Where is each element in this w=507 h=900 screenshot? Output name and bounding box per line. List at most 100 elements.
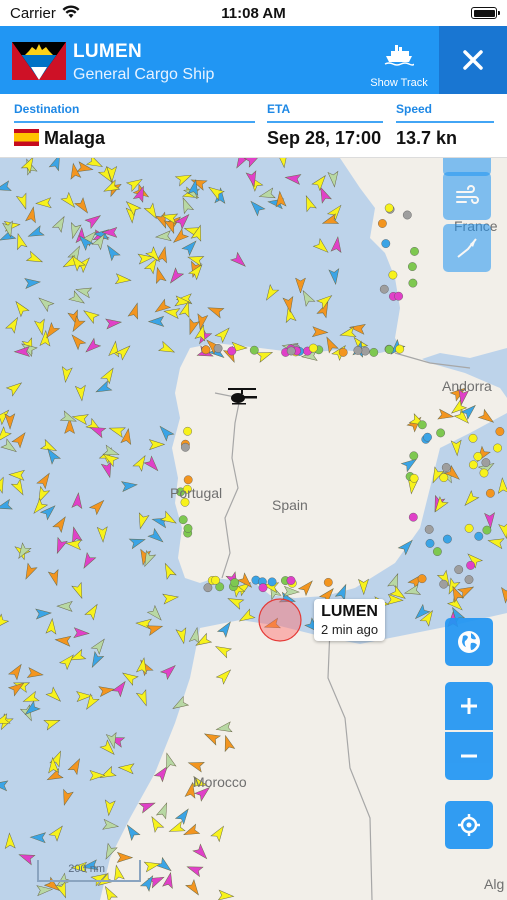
port-dot (441, 463, 451, 472)
port-dot (464, 575, 474, 584)
destination-value: Malaga (14, 128, 105, 149)
ship-track-icon (384, 45, 414, 66)
port-dot (353, 345, 363, 355)
port-dot (360, 346, 370, 356)
status-bar: Carrier 11:08 AM (0, 0, 507, 26)
port-dot (384, 345, 394, 354)
zoom-in-button[interactable] (445, 682, 493, 730)
port-dot (424, 524, 434, 534)
port-dot (425, 538, 435, 548)
port-dot (384, 203, 394, 213)
speed-section: Speed 13.7 kn (396, 94, 494, 158)
port-dot (464, 523, 474, 533)
map-label-andorra: Andorra (442, 378, 492, 394)
port-dot (407, 262, 417, 272)
vessel-header: LUMEN General Cargo Ship Show Track (0, 26, 507, 94)
port-dot (439, 579, 449, 589)
close-button[interactable] (439, 26, 507, 94)
port-dot (481, 458, 491, 467)
port-dot (213, 343, 223, 353)
weather-wind-button[interactable] (443, 172, 491, 220)
map-label-portugal: Portugal (170, 485, 223, 501)
port-dot (423, 432, 432, 442)
port-dot (395, 344, 405, 354)
port-dot (308, 343, 318, 353)
map-label-algeria: Alg (484, 876, 505, 892)
compass-icon (457, 238, 477, 258)
map-label-spain: Spain (272, 497, 308, 513)
vessel-name: LUMEN (73, 41, 143, 62)
speed-label: Speed (396, 102, 433, 116)
locate-me-button[interactable] (445, 801, 493, 849)
battery-icon (471, 7, 500, 19)
port-dot (485, 488, 495, 498)
selected-vessel-ring (258, 598, 302, 642)
port-dot (402, 210, 412, 220)
port-dot (408, 278, 418, 288)
close-icon (463, 50, 483, 70)
port-dot (482, 525, 492, 535)
callout-vessel-name: LUMEN (321, 603, 378, 620)
port-dot (417, 420, 427, 430)
port-dot (468, 433, 478, 443)
clock: 11:08 AM (221, 5, 286, 22)
zoom-out-button[interactable] (445, 732, 493, 780)
voyage-info-bar: Destination Malaga ETA Sep 28, 17:00 Spe… (0, 94, 507, 158)
port-dot (369, 347, 379, 357)
eta-value: Sep 28, 17:00 (267, 128, 382, 148)
compass-button[interactable] (443, 224, 491, 272)
port-dot (183, 426, 193, 436)
eta-section: ETA Sep 28, 17:00 (267, 94, 383, 158)
show-track-button[interactable]: Show Track (362, 40, 436, 92)
port-dot (267, 577, 277, 587)
destination-section: Destination Malaga (14, 94, 255, 158)
port-dot (180, 442, 190, 452)
port-dot (183, 475, 193, 485)
port-dot (227, 346, 237, 356)
destination-text: Malaga (44, 128, 106, 148)
eta-label: ETA (267, 102, 291, 116)
port-dot (379, 284, 389, 294)
globe-button[interactable] (445, 618, 493, 666)
port-dot (201, 345, 211, 355)
scale-bar: 200 nm (37, 860, 141, 882)
divider (396, 121, 494, 123)
wind-icon (456, 185, 479, 204)
port-dot (323, 577, 333, 587)
speed-value: 13.7 kn (396, 128, 458, 148)
plus-icon (461, 698, 477, 714)
port-dot (258, 583, 268, 593)
port-dot (432, 547, 442, 556)
port-dot (409, 473, 419, 483)
port-dot (211, 575, 220, 585)
port-dot (454, 565, 464, 574)
port-dot (338, 347, 348, 357)
map-label-morocco: Morocco (193, 774, 247, 790)
map-base (0, 158, 507, 900)
port-dot (377, 219, 387, 228)
vessel-type: General Cargo Ship (73, 66, 215, 83)
port-dot (394, 291, 403, 301)
port-dot (408, 512, 418, 522)
port-dot (495, 427, 505, 436)
port-dot (183, 523, 193, 533)
globe-icon (458, 631, 480, 653)
port-dot (286, 576, 296, 585)
callout-time-ago: 2 min ago (321, 622, 379, 637)
vessel-map[interactable]: France Andorra Portugal Spain Morocco Al… (0, 158, 507, 900)
port-dot (442, 534, 452, 544)
port-dot (439, 473, 449, 482)
port-dot (479, 468, 489, 478)
port-dot (178, 515, 188, 525)
port-dot (230, 578, 240, 587)
port-dot (466, 560, 475, 570)
minus-icon (461, 754, 477, 758)
destination-label: Destination (14, 102, 80, 116)
port-dot (474, 531, 484, 541)
vessel-callout[interactable]: LUMEN 2 min ago (314, 599, 386, 641)
port-dot (468, 460, 478, 470)
port-dot (410, 247, 419, 256)
antigua-and-barbuda-flag-icon (12, 42, 66, 80)
port-dot (473, 452, 483, 461)
port-dot (409, 451, 419, 461)
